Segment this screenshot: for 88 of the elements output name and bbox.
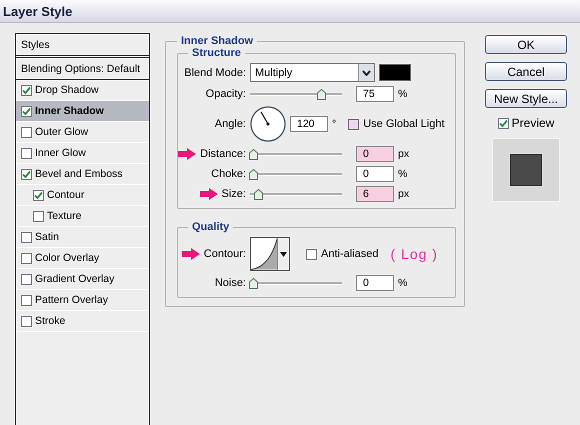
unit-label: % xyxy=(398,88,408,100)
checkbox[interactable] xyxy=(348,118,360,130)
slider[interactable] xyxy=(250,147,342,161)
style-list-item[interactable]: Styles xyxy=(16,34,149,58)
checkbox[interactable] xyxy=(498,118,509,128)
slider-thumb[interactable] xyxy=(249,149,258,160)
chevron-icon xyxy=(362,70,371,76)
style-list-item[interactable]: Inner Shadow xyxy=(16,101,149,122)
style-list-item[interactable]: Contour xyxy=(16,185,149,206)
caret-icon xyxy=(280,252,288,256)
style-list-item[interactable]: Texture xyxy=(16,206,149,227)
group-title: Quality xyxy=(191,221,230,233)
dialog-button[interactable]: Cancel xyxy=(485,62,567,81)
style-label: Gradient Overlay xyxy=(35,273,114,285)
number-field[interactable]: 0 xyxy=(356,275,394,291)
style-label: Bevel and Emboss xyxy=(35,168,123,180)
field-label: Size: xyxy=(222,188,246,200)
unit-label: ° xyxy=(332,118,336,130)
field-label: Distance: xyxy=(200,148,246,160)
checkbox[interactable] xyxy=(21,252,32,264)
checkbox[interactable] xyxy=(21,316,32,326)
style-label: Inner Glow xyxy=(35,147,86,159)
style-label: Inner Shadow xyxy=(35,105,104,117)
field-label: Blend Mode: xyxy=(184,66,246,78)
checkbox[interactable] xyxy=(21,294,32,306)
checkbox[interactable] xyxy=(21,168,32,180)
style-list-item[interactable]: Gradient Overlay xyxy=(16,269,149,290)
style-list-item[interactable]: Stroke xyxy=(16,311,149,332)
window-title: Layer Style xyxy=(0,0,580,23)
number-field[interactable]: 0 xyxy=(356,166,394,182)
unit-label: px xyxy=(398,148,410,160)
style-label: Satin xyxy=(35,231,59,243)
angle-dial[interactable] xyxy=(250,106,286,142)
preview-square xyxy=(510,154,542,186)
style-list-item[interactable]: Satin xyxy=(16,227,149,248)
slider-thumb[interactable] xyxy=(254,189,264,200)
slider[interactable] xyxy=(250,187,342,201)
unit-label: px xyxy=(398,188,410,200)
field-label: Contour: xyxy=(204,248,246,260)
checkbox[interactable] xyxy=(21,148,32,158)
checkbox-label: Use Global Light xyxy=(363,118,445,130)
style-label: Color Overlay xyxy=(35,252,100,264)
style-list-item[interactable]: Color Overlay xyxy=(16,248,149,269)
style-list-item[interactable]: Outer Glow xyxy=(16,122,149,143)
style-label: Texture xyxy=(47,210,82,222)
checkbox[interactable] xyxy=(33,190,44,200)
number-field[interactable]: 120 xyxy=(290,116,328,132)
checkbox[interactable] xyxy=(21,106,32,116)
checkbox[interactable] xyxy=(21,126,32,138)
field-label: Angle: xyxy=(214,118,246,130)
checkbox[interactable] xyxy=(21,232,32,242)
style-list-item[interactable]: Pattern Overlay xyxy=(16,290,149,311)
group-title: Inner Shadow xyxy=(180,35,254,47)
dialog-button[interactable]: OK xyxy=(485,35,567,54)
style-label: Contour xyxy=(47,189,84,201)
checkbox[interactable] xyxy=(33,210,44,222)
style-list-item[interactable]: Bevel and Emboss xyxy=(16,164,149,185)
style-label: Stroke xyxy=(35,315,66,327)
slider[interactable] xyxy=(250,276,342,290)
style-label: Outer Glow xyxy=(35,126,88,138)
style-list-item[interactable]: Blending Options: Default xyxy=(16,58,149,80)
field-label: Noise: xyxy=(214,277,246,289)
unit-label: % xyxy=(398,168,408,180)
color-swatch[interactable] xyxy=(379,64,411,81)
style-label: Pattern Overlay xyxy=(35,294,108,306)
number-field[interactable]: 0 xyxy=(356,146,394,162)
contour-picker[interactable] xyxy=(250,237,290,271)
number-field[interactable]: 6 xyxy=(356,186,394,202)
slider[interactable] xyxy=(250,167,342,181)
dialog-button[interactable]: New Style... xyxy=(485,89,567,108)
unit-label: % xyxy=(398,277,408,289)
checkbox-label: Anti-aliased xyxy=(321,248,378,260)
field-label: Choke: xyxy=(211,168,246,180)
slider-thumb[interactable] xyxy=(316,89,326,100)
checkbox[interactable] xyxy=(21,274,32,284)
blend-mode-dropdown[interactable]: Multiply xyxy=(250,63,375,82)
number-field[interactable]: 75 xyxy=(356,86,394,102)
style-list-item[interactable]: Inner Glow xyxy=(16,143,149,164)
checkbox[interactable] xyxy=(306,248,317,260)
slider-thumb[interactable] xyxy=(249,278,258,289)
slider-thumb[interactable] xyxy=(249,169,258,180)
style-label: Drop Shadow xyxy=(35,84,99,96)
annotation-note: ( Log ) xyxy=(390,246,438,262)
checkbox-label: Preview xyxy=(512,116,554,130)
field-label: Opacity: xyxy=(206,88,246,100)
checkbox[interactable] xyxy=(21,84,32,96)
slider[interactable] xyxy=(250,87,342,101)
group-title: Structure xyxy=(191,47,242,59)
